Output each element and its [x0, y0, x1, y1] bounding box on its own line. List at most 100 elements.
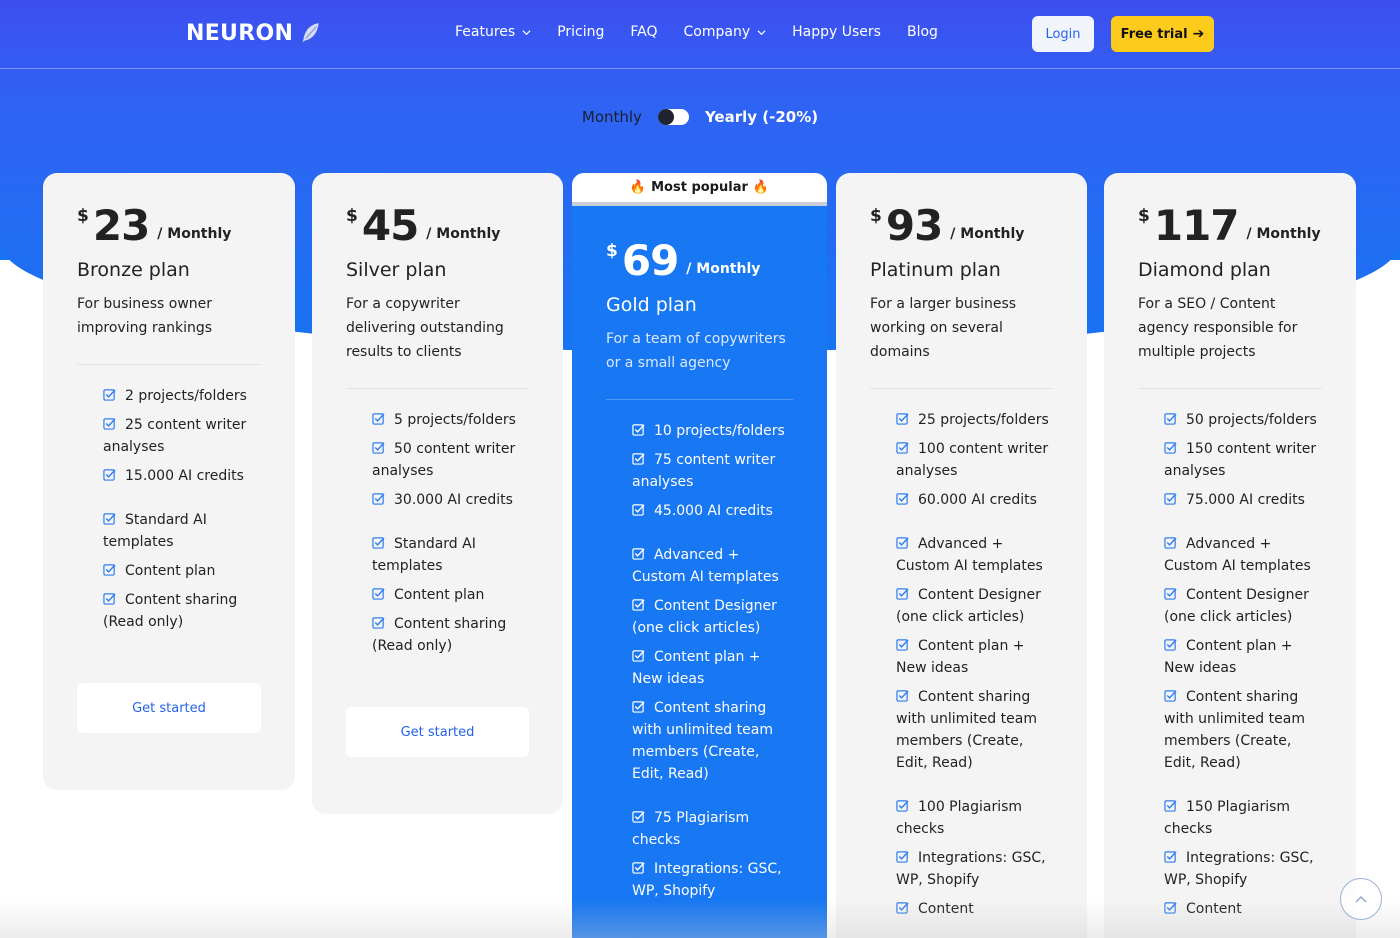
monthly-label[interactable]: Monthly	[582, 108, 642, 126]
feature-item: 50 content writer analyses	[372, 438, 529, 482]
nav-item-faq[interactable]: FAQ	[630, 24, 657, 40]
feature-list: 25 projects/folders 100 content writer an…	[870, 409, 1053, 920]
feature-item: Advanced + Custom AI templates	[632, 544, 793, 588]
checkbox-check-icon	[103, 564, 116, 576]
checkbox-check-icon	[896, 639, 909, 651]
checkbox-check-icon	[896, 413, 909, 425]
feature-item: Content sharing (Read only)	[103, 589, 261, 633]
plan-description: For a SEO / Content agency responsible f…	[1138, 296, 1298, 360]
brand-logo[interactable]: NEURON	[186, 20, 323, 46]
divider	[606, 399, 793, 400]
feature-item: 150 Plagiarism checks	[1164, 796, 1322, 840]
scroll-to-top-button[interactable]	[1340, 878, 1382, 920]
feature-item: 25 projects/folders	[896, 409, 1053, 431]
checkbox-check-icon	[103, 469, 116, 481]
feature-item: Content sharing (Read only)	[372, 613, 529, 657]
price-period: / Monthly	[426, 226, 501, 242]
feature-item: 60.000 AI credits	[896, 489, 1053, 511]
feature-text: Content plan + New ideas	[632, 649, 761, 687]
checkbox-check-icon	[1164, 851, 1177, 863]
fire-icon: 🔥	[752, 180, 770, 195]
feature-text: 30.000 AI credits	[394, 492, 513, 508]
feature-text: Content plan	[394, 587, 485, 603]
checkbox-check-icon	[1164, 800, 1177, 812]
feature-list: 50 projects/folders 150 content writer an…	[1138, 409, 1322, 920]
feature-text: 50 projects/folders	[1186, 412, 1317, 428]
nav-item-label: Features	[455, 24, 516, 40]
feather-icon	[302, 23, 319, 43]
feature-list: 5 projects/folders 50 content writer anal…	[346, 409, 529, 657]
feature-item: 25 content writer analyses	[103, 414, 261, 458]
nav-item-blog[interactable]: Blog	[907, 24, 938, 40]
feature-item: 50 projects/folders	[1164, 409, 1322, 431]
free-trial-button[interactable]: Free trial ➔	[1111, 16, 1214, 52]
feature-text: Content sharing with unlimited team memb…	[632, 700, 773, 782]
feature-text: 10 projects/folders	[654, 423, 785, 439]
plan-name: Diamond plan	[1138, 259, 1271, 281]
checkbox-check-icon	[632, 424, 645, 436]
checkbox-check-icon	[896, 800, 909, 812]
plan-description: For business owner improving rankings	[77, 296, 213, 336]
get-started-button[interactable]: Get started	[77, 683, 261, 733]
free-trial-label: Free trial	[1120, 26, 1188, 42]
feature-item: 5 projects/folders	[372, 409, 529, 431]
feature-text: Content sharing with unlimited team memb…	[1164, 689, 1305, 771]
currency-symbol: $	[606, 241, 618, 261]
feature-text: 45.000 AI credits	[654, 503, 773, 519]
chevron-up-icon	[1355, 896, 1367, 903]
get-started-button[interactable]: Get started	[346, 707, 529, 757]
checkbox-check-icon	[632, 504, 645, 516]
currency-symbol: $	[870, 206, 882, 226]
feature-item: Content	[896, 898, 1053, 920]
feature-text: Standard AI templates	[103, 512, 207, 550]
feature-text: Advanced + Custom AI templates	[1164, 536, 1311, 574]
feature-text: Content Designer (one click articles)	[1164, 587, 1309, 625]
checkbox-check-icon	[896, 493, 909, 505]
nav-item-company[interactable]: Company	[684, 24, 767, 40]
feature-text: Integrations: GSC, WP, Shopify	[896, 850, 1046, 888]
feature-item: Integrations: GSC, WP, Shopify	[896, 847, 1053, 891]
checkbox-check-icon	[632, 650, 645, 662]
feature-item: Content plan	[372, 584, 529, 606]
checkbox-check-icon	[632, 599, 645, 611]
yearly-label[interactable]: Yearly (-20%)	[705, 108, 818, 126]
pricing-card-silver-plan: $45 / Monthly Silver plan For a copywriter …	[312, 173, 563, 814]
chevron-down-icon	[522, 29, 531, 35]
nav-item-label: Happy Users	[792, 24, 881, 40]
feature-item: Content plan + New ideas	[1164, 635, 1322, 679]
checkbox-check-icon	[372, 617, 385, 629]
plan-description: For a larger business working on several…	[870, 296, 1017, 360]
checkbox-check-icon	[632, 548, 645, 560]
price-amount: 23	[92, 201, 150, 250]
price-amount: 93	[885, 201, 943, 250]
feature-item: Content	[1164, 898, 1322, 920]
billing-switch[interactable]	[657, 109, 689, 125]
feature-item: Standard AI templates	[372, 533, 529, 577]
checkbox-check-icon	[1164, 639, 1177, 651]
divider	[77, 364, 261, 365]
nav-item-features[interactable]: Features	[455, 24, 531, 40]
currency-symbol: $	[346, 206, 358, 226]
checkbox-check-icon	[896, 690, 909, 702]
feature-item: Advanced + Custom AI templates	[896, 533, 1053, 577]
feature-list: 10 projects/folders 75 content writer ana…	[606, 420, 793, 902]
checkbox-check-icon	[1164, 413, 1177, 425]
main-nav: Features Pricing FAQ Company Happy Users Blog	[455, 24, 964, 40]
feature-text: 75 content writer analyses	[632, 452, 776, 490]
fire-icon: 🔥	[629, 180, 647, 195]
checkbox-check-icon	[896, 588, 909, 600]
login-button[interactable]: Login	[1032, 16, 1094, 52]
checkbox-check-icon	[372, 442, 385, 454]
checkbox-check-icon	[1164, 537, 1177, 549]
price-period: / Monthly	[157, 226, 232, 242]
pricing-card-gold-plan: $69 / Monthly Gold plan For a team of copyw…	[572, 206, 827, 938]
feature-text: 100 content writer analyses	[896, 441, 1049, 479]
nav-item-happy-users[interactable]: Happy Users	[792, 24, 881, 40]
feature-item: Content plan	[103, 560, 261, 582]
feature-item: Content Designer (one click articles)	[896, 584, 1053, 628]
nav-item-pricing[interactable]: Pricing	[557, 24, 604, 40]
checkbox-check-icon	[1164, 902, 1177, 914]
feature-item: 2 projects/folders	[103, 385, 261, 407]
feature-item: 45.000 AI credits	[632, 500, 793, 522]
feature-item: Content plan + New ideas	[632, 646, 793, 690]
